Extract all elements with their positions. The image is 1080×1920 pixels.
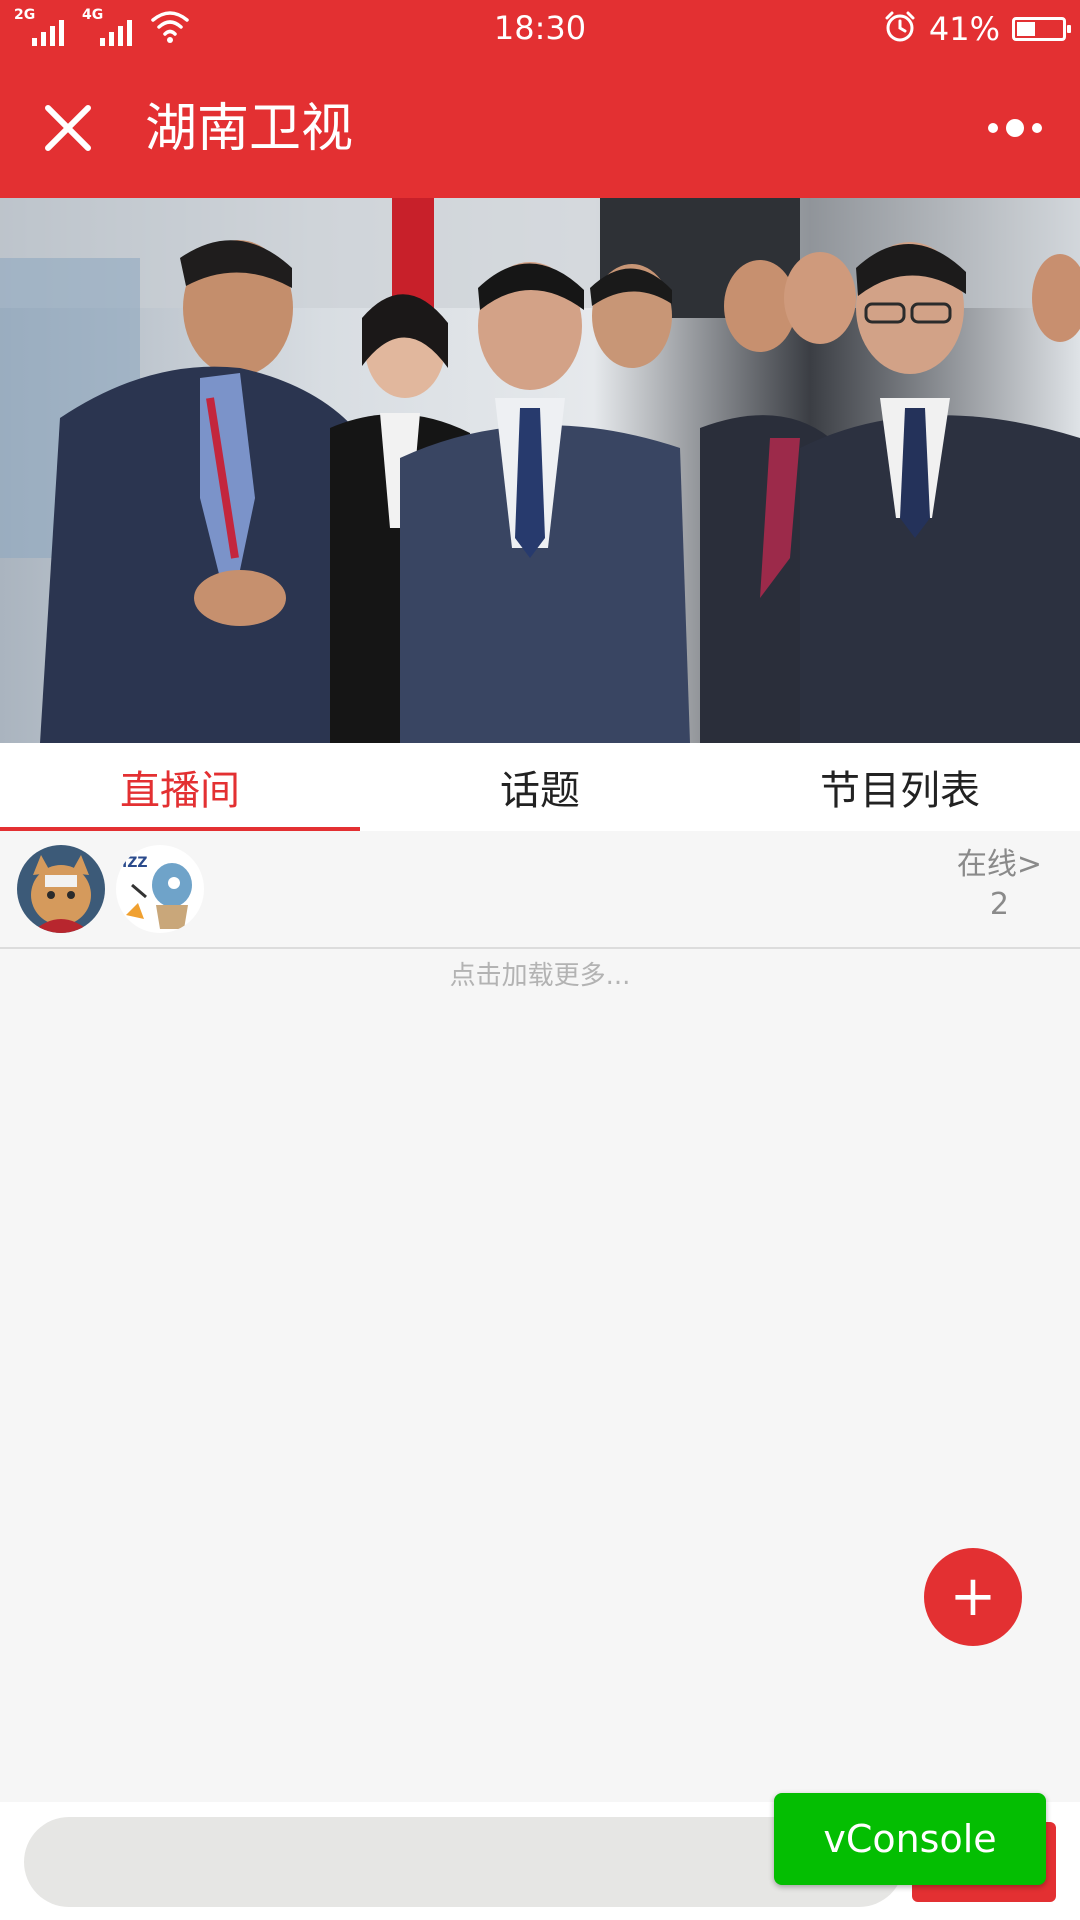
battery-percent: 41% — [928, 10, 1000, 48]
title-bar: 湖南卫视 — [0, 58, 1080, 198]
tab-bar: 直播间 话题 节目列表 — [0, 743, 1080, 831]
close-icon — [45, 105, 91, 151]
plus-icon: + — [949, 1564, 997, 1629]
more-button[interactable] — [980, 104, 1050, 152]
status-right: 41% — [883, 9, 1071, 49]
online-count-link[interactable]: 在线> 2 — [957, 845, 1042, 925]
cartoon-avatar-icon: IZZ — [116, 845, 204, 933]
page-title: 湖南卫视 — [145, 99, 354, 159]
tab-live-room[interactable]: 直播间 — [0, 743, 360, 831]
close-button[interactable] — [36, 96, 100, 160]
online-viewers-row: IZZ 在线> 2 — [0, 831, 1080, 949]
avatar[interactable] — [17, 845, 105, 933]
battery-level — [1017, 22, 1035, 36]
svg-text:IZZ: IZZ — [122, 855, 148, 871]
status-bar: 2G 4G 18:30 41% — [0, 0, 1080, 58]
tab-topics[interactable]: 话题 — [360, 743, 720, 831]
tab-program-list[interactable]: 节目列表 — [720, 743, 1080, 831]
more-dots-icon — [1006, 119, 1024, 137]
battery-icon — [1012, 17, 1071, 41]
load-more-link[interactable]: 点击加载更多... — [0, 955, 1080, 992]
avatar[interactable]: IZZ — [116, 845, 204, 933]
comment-input[interactable] — [24, 1817, 904, 1907]
live-video-frame — [0, 198, 1080, 743]
more-dots-icon — [1032, 123, 1042, 133]
online-label: 在线> — [956, 847, 1042, 882]
more-dots-icon — [988, 123, 998, 133]
cat-avatar-icon — [17, 845, 105, 933]
app-screen: 2G 4G 18:30 41% 湖南卫视 直播间 话题 节目列表 IZZ 在线>… — [0, 0, 1080, 1920]
vconsole-button[interactable]: vConsole — [774, 1793, 1046, 1885]
alarm-icon — [883, 10, 917, 48]
add-button[interactable]: + — [924, 1548, 1022, 1646]
online-count: 2 — [989, 887, 1009, 922]
live-video-player[interactable] — [0, 198, 1080, 743]
